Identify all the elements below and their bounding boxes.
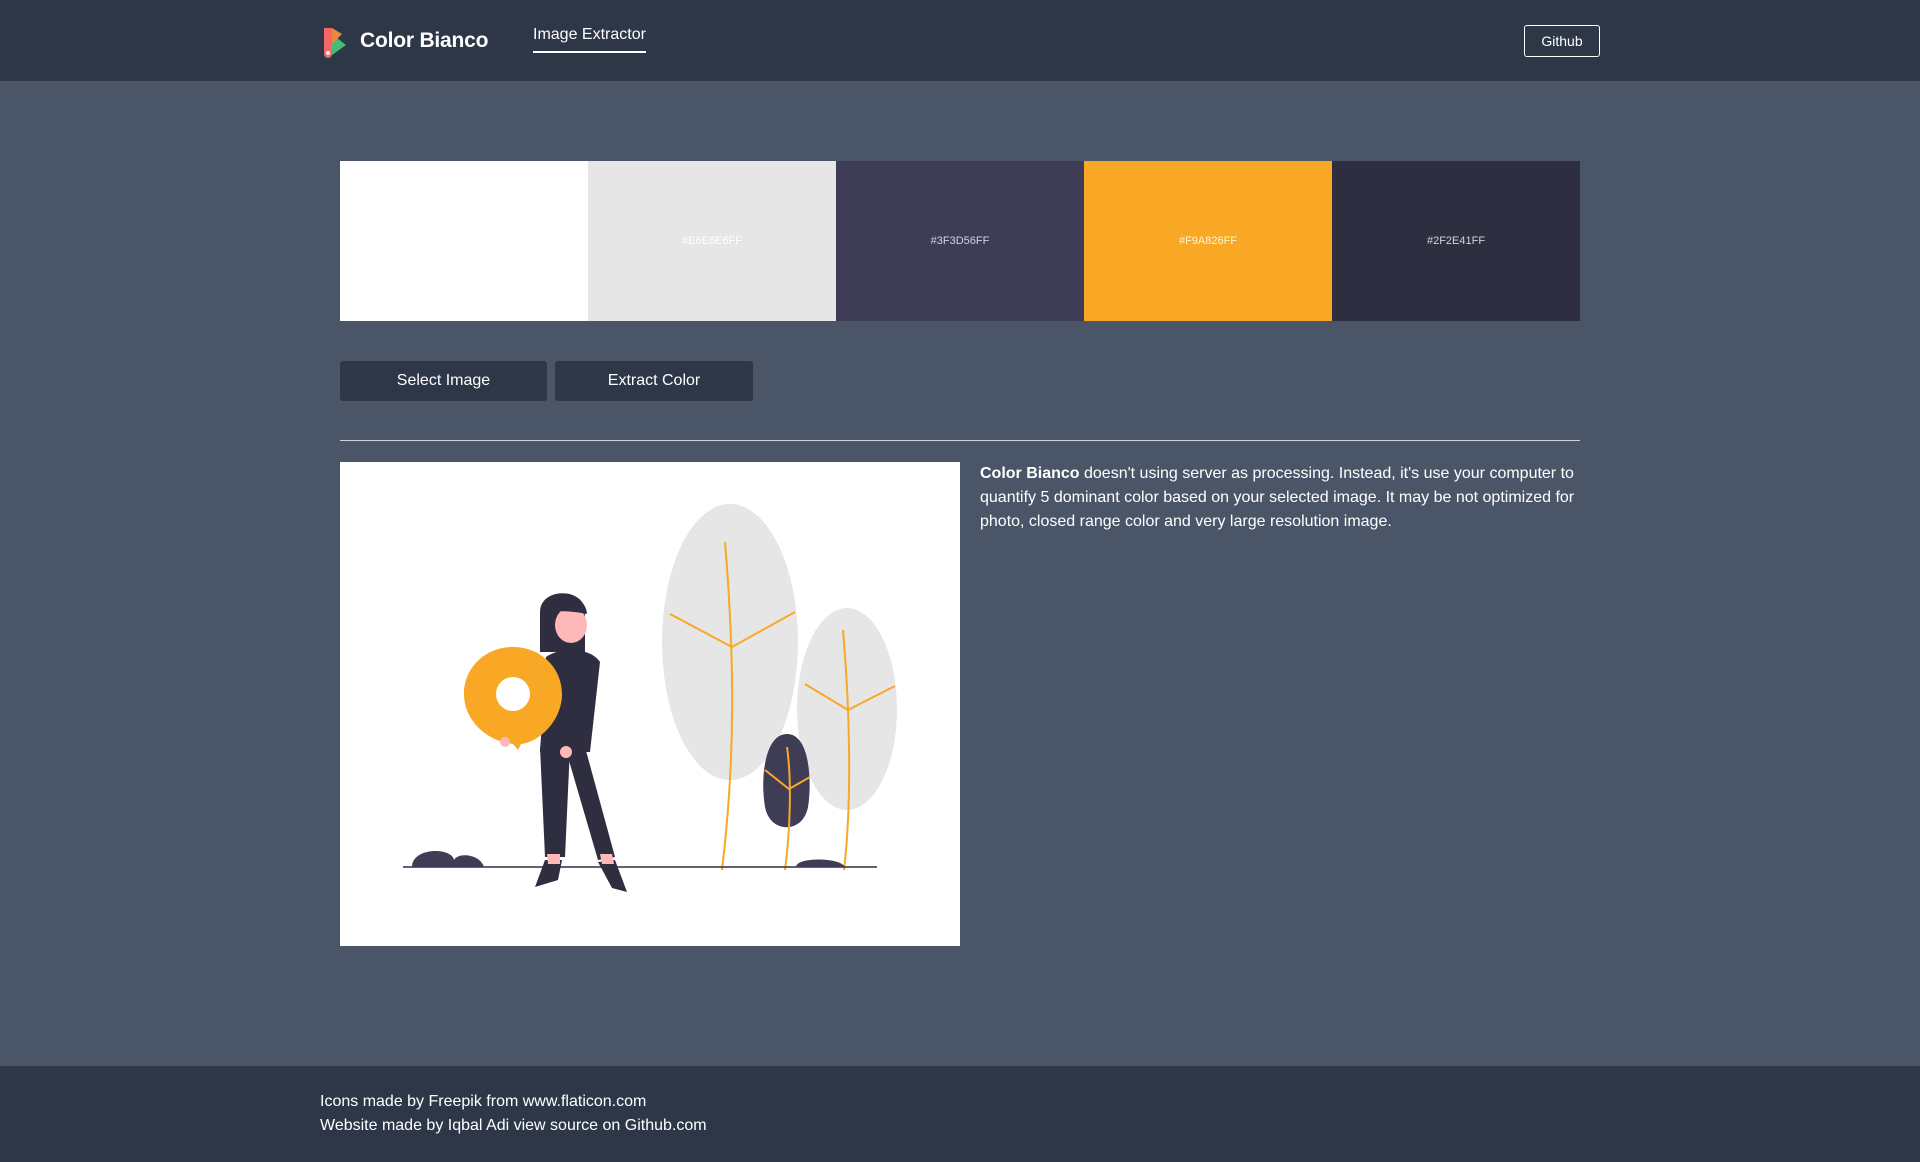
footer-website-credit: Website made by Iqbal Adi view source on… xyxy=(320,1117,707,1134)
color-swatch: #E6E6E6FF xyxy=(588,161,836,321)
woman-holding-location-pin-illustration xyxy=(403,504,897,892)
color-swatch: #3F3D56FF xyxy=(836,161,1084,321)
footer-icons-credit: Icons made by Freepik from www.flaticon.… xyxy=(320,1093,647,1110)
swatch-hex-label: #2F2E41FF xyxy=(1426,235,1486,247)
swatch-hex-label: #E6E6E6FF xyxy=(682,235,742,247)
color-swatch: #F9A826FF xyxy=(1084,161,1332,321)
extract-color-button[interactable]: Extract Color xyxy=(555,361,753,401)
color-swatch: #2F2E41FF xyxy=(1332,161,1580,321)
swatch-hex-label: #3F3D56FF xyxy=(930,235,990,247)
action-buttons: Select Image Extract Color xyxy=(340,361,753,401)
select-image-button[interactable]: Select Image xyxy=(340,361,547,401)
nav-image-extractor[interactable]: Image Extractor xyxy=(533,26,646,53)
footer-credits: Icons made by Freepik from www.flaticon.… xyxy=(320,1090,707,1138)
github-button[interactable]: Github xyxy=(1524,25,1600,57)
description-text: Color Bianco doesn't using server as pro… xyxy=(980,462,1580,534)
brand-name: Color Bianco xyxy=(360,29,489,52)
color-palette: #E6E6E6FF #3F3D56FF #F9A826FF #2F2E41FF xyxy=(340,161,1580,321)
palette-icon xyxy=(324,28,346,58)
description-brand: Color Bianco xyxy=(980,465,1080,482)
image-preview xyxy=(340,462,960,946)
footer: Icons made by Freepik from www.flaticon.… xyxy=(0,1066,1920,1162)
section-divider xyxy=(340,440,1580,441)
brand-link[interactable]: Color Bianco xyxy=(321,24,488,58)
top-navbar: Color Bianco Image Extractor Github xyxy=(0,0,1920,81)
swatch-hex-label: #F9A826FF xyxy=(1178,235,1238,247)
color-swatch xyxy=(340,161,588,321)
